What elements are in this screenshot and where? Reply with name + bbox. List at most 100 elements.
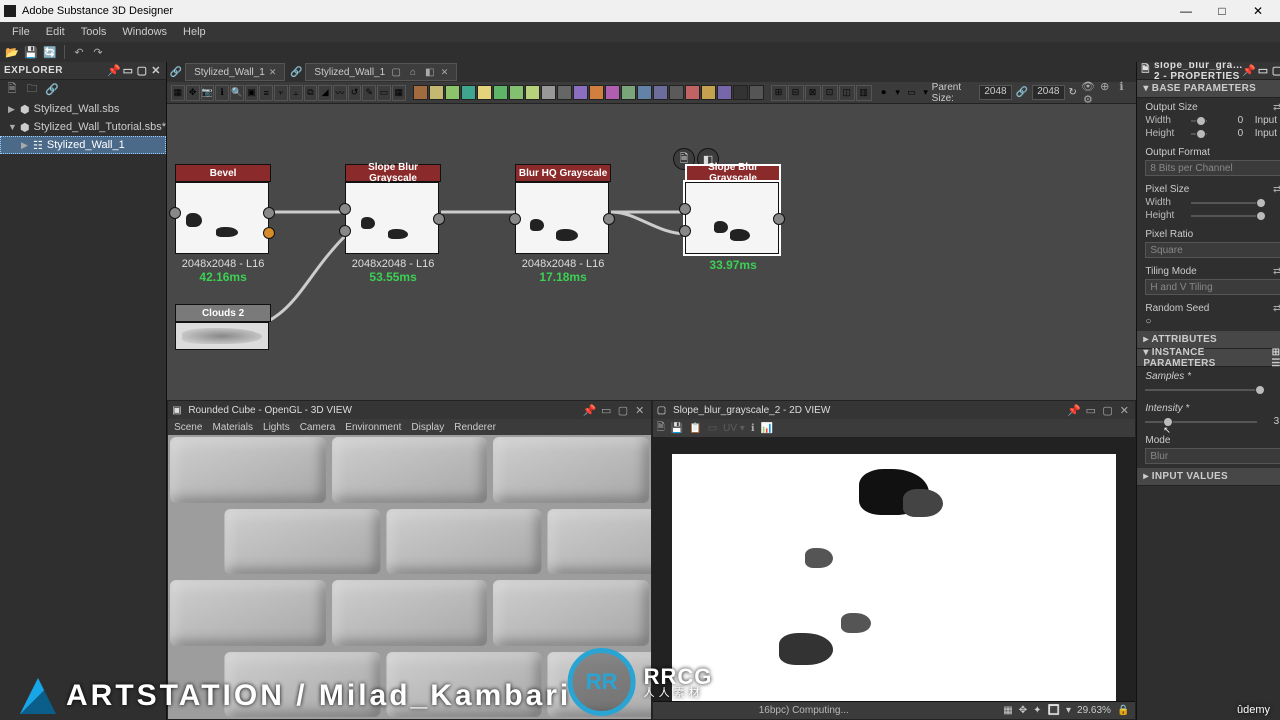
toggle-icon[interactable]: ▾ — [921, 85, 931, 101]
parent-size-h-input[interactable]: 2048 — [1032, 85, 1064, 100]
node-output-port[interactable] — [773, 213, 785, 225]
info2d-icon[interactable]: ℹ — [751, 423, 755, 434]
swatch[interactable] — [669, 85, 684, 100]
save-icon[interactable]: 💾 — [23, 44, 39, 60]
swatch[interactable] — [589, 85, 604, 100]
status-icon[interactable]: ✦ — [1033, 705, 1041, 716]
3d-menu-renderer[interactable]: Renderer — [454, 422, 496, 433]
select-icon[interactable]: ▦ — [171, 85, 185, 101]
close-icon[interactable]: ✕ — [633, 404, 647, 417]
collapse-icon[interactable]: ▭ — [599, 404, 613, 417]
swatch[interactable] — [573, 85, 588, 100]
chevron-right-icon[interactable]: ▶ — [21, 140, 29, 151]
parent-size-w-input[interactable]: 2048 — [979, 85, 1011, 100]
3d-view-canvas[interactable]: 📷 💡 — [168, 435, 651, 719]
graph-canvas[interactable]: Bevel 2048x2048 - L16 42.16ms Slope Blur… — [167, 104, 1136, 400]
window-close-button[interactable]: ✕ — [1240, 4, 1276, 18]
swatch[interactable] — [509, 85, 524, 100]
pixel-ratio-dropdown[interactable]: Square▾ — [1145, 242, 1280, 258]
node-clouds[interactable]: Clouds 2 — [175, 304, 271, 350]
node-output-port[interactable] — [603, 213, 615, 225]
2d-view-canvas[interactable]: 16bpc) Computing... ▦ ✥ ✦ 🔳 ▾ 29.63% 🔒 — [653, 437, 1136, 719]
collapse-icon[interactable]: ▭ — [1257, 65, 1269, 77]
window-maximize-button[interactable]: □ — [1204, 4, 1240, 18]
3d-menu-environment[interactable]: Environment — [345, 422, 401, 433]
copy-icon[interactable]: 📋 — [689, 423, 701, 434]
toggle-icon[interactable]: ▭ — [907, 85, 917, 101]
node-slope-blur-2[interactable]: Slope Blur Grayscale 33.97ms — [685, 164, 781, 272]
swatch[interactable] — [493, 85, 508, 100]
extra-icon[interactable]: ⊕ — [1098, 80, 1112, 93]
node-slope-blur-1[interactable]: Slope Blur Grayscale 2048x2048 - L16 53.… — [345, 164, 441, 284]
extra-icon[interactable]: ℹ — [1114, 80, 1128, 93]
tree-item-sbs-1[interactable]: ▶ ⬢ Stylized_Wall.sbs — [0, 100, 166, 118]
explorer-new-icon[interactable]: 🗎 — [4, 82, 20, 96]
swatch[interactable] — [701, 85, 716, 100]
window-minimize-button[interactable]: — — [1168, 4, 1204, 18]
move-icon[interactable]: ✥ — [186, 85, 200, 101]
base-parameters-header[interactable]: ▾ BASE PARAMETERS — [1137, 80, 1280, 98]
group-icon[interactable]: ⊡ — [822, 85, 838, 101]
tiling-mode-dropdown[interactable]: H and V Tiling▾ — [1145, 279, 1280, 295]
explorer-close-icon[interactable]: ✕ — [150, 65, 162, 77]
output-format-dropdown[interactable]: 8 Bits per Channel▾ — [1145, 160, 1280, 176]
group-icon[interactable]: ◫ — [839, 85, 855, 101]
gradient-icon[interactable]: ◢ — [318, 85, 332, 101]
swatch[interactable] — [749, 85, 764, 100]
3d-menu-materials[interactable]: Materials — [212, 422, 253, 433]
explorer-max-icon[interactable]: ▢ — [136, 65, 148, 77]
swatch[interactable] — [733, 85, 748, 100]
pin-icon[interactable]: 📌 — [582, 404, 596, 417]
swatch[interactable] — [429, 85, 444, 100]
pin-icon[interactable]: 📌 — [1067, 404, 1081, 417]
tab-square-icon[interactable]: ▢ — [389, 67, 403, 78]
samples-value[interactable]: 32 — [1263, 384, 1280, 395]
tab-close-icon[interactable]: ✕ — [441, 67, 449, 78]
menu-tools[interactable]: Tools — [73, 26, 115, 38]
swatch[interactable] — [525, 85, 540, 100]
mode-dropdown[interactable]: Blur▾ — [1145, 448, 1280, 464]
zoom-icon[interactable]: 🔍 — [230, 85, 244, 101]
open-icon[interactable]: 📂 — [4, 44, 20, 60]
toggle-icon[interactable]: ▾ — [893, 85, 903, 101]
link-icon[interactable]: ⇄ — [1273, 102, 1280, 113]
link-icon[interactable]: ⇄ — [1273, 303, 1280, 314]
status-icon[interactable]: ▦ — [1003, 705, 1012, 716]
status-lock-icon[interactable]: 🔒 — [1117, 705, 1129, 716]
graph-link-icon[interactable]: 🔗 — [167, 67, 185, 78]
fit-icon[interactable]: ▣ — [245, 85, 259, 101]
group-icon[interactable]: ⊟ — [788, 85, 804, 101]
swatch[interactable] — [477, 85, 492, 100]
menu-edit[interactable]: Edit — [38, 26, 73, 38]
link-icon[interactable]: ⇄ — [1273, 184, 1280, 195]
tab-popout-icon[interactable]: ◧ — [423, 67, 437, 78]
explorer-collapse-icon[interactable]: ▭ — [122, 65, 134, 77]
3d-menu-scene[interactable]: Scene — [174, 422, 202, 433]
status-icon[interactable]: ▾ — [1066, 705, 1071, 716]
node-input-port[interactable] — [509, 213, 521, 225]
swatch[interactable] — [637, 85, 652, 100]
link-icon[interactable]: ⇄ — [1273, 266, 1280, 277]
camera-icon[interactable]: 📷 — [201, 85, 215, 101]
autolayout-icon[interactable]: ⧉ — [304, 85, 318, 101]
3d-menu-camera[interactable]: Camera — [300, 422, 336, 433]
menu-help[interactable]: Help — [175, 26, 214, 38]
refresh-icon[interactable]: 🔄 — [42, 44, 58, 60]
swatch[interactable] — [685, 85, 700, 100]
height-value[interactable]: 0 — [1213, 128, 1243, 139]
3d-menu-display[interactable]: Display — [411, 422, 444, 433]
collapse-icon[interactable]: ▭ — [1084, 404, 1098, 417]
group-icon[interactable]: ⊠ — [805, 85, 821, 101]
graph-tab-1[interactable]: Stylized_Wall_1 ✕ — [185, 63, 285, 81]
close-icon[interactable]: ✕ — [1117, 404, 1131, 417]
toggle-icon[interactable]: ⏺ — [879, 85, 889, 101]
refresh-icon[interactable]: ↻ — [1069, 87, 1077, 98]
undo-icon[interactable]: ↶ — [71, 44, 87, 60]
node-input-port[interactable] — [339, 225, 351, 237]
node-bevel[interactable]: Bevel 2048x2048 - L16 42.16ms — [175, 164, 271, 284]
grid-icon[interactable]: ▦ — [392, 85, 406, 101]
menu-windows[interactable]: Windows — [114, 26, 175, 38]
ps-height-slider[interactable] — [1191, 215, 1257, 217]
swatch[interactable] — [717, 85, 732, 100]
swatch[interactable] — [605, 85, 620, 100]
